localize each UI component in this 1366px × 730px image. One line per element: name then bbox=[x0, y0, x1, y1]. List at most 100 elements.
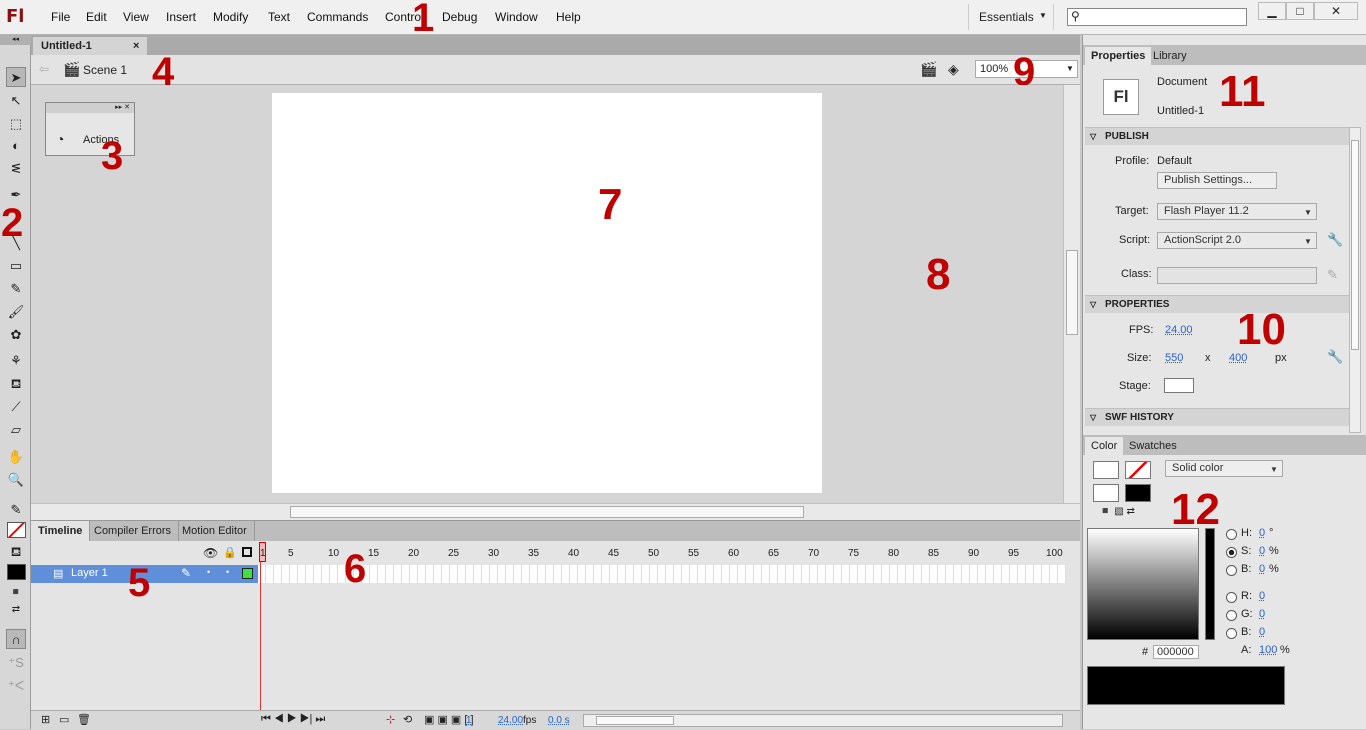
snap-magnet-icon[interactable]: ∩ bbox=[6, 629, 26, 649]
radio-r[interactable] bbox=[1226, 592, 1237, 603]
tab-untitled-1[interactable]: Untitled-1 × bbox=[33, 37, 147, 55]
stroke-none-swatch[interactable] bbox=[7, 522, 26, 538]
current-frame[interactable]: 1 bbox=[466, 715, 472, 726]
tab-swatches[interactable]: Swatches bbox=[1123, 437, 1183, 455]
class-input[interactable] bbox=[1157, 267, 1317, 284]
center-frame-icon[interactable]: ⊹ bbox=[386, 713, 395, 726]
radio-s[interactable] bbox=[1226, 547, 1237, 558]
stage-color-swatch[interactable] bbox=[1164, 378, 1194, 393]
elapsed-time[interactable]: 0.0 s bbox=[548, 715, 570, 726]
menu-edit[interactable]: Edit bbox=[86, 10, 107, 24]
loop-icon[interactable]: ⟲ bbox=[403, 713, 412, 726]
scene-label[interactable]: Scene 1 bbox=[83, 63, 127, 77]
close-window-button[interactable]: ✕ bbox=[1314, 2, 1358, 20]
close-icon[interactable]: × bbox=[133, 37, 139, 55]
s-value[interactable]: 0 bbox=[1259, 545, 1265, 557]
rectangle-tool-icon[interactable]: ▭ bbox=[6, 256, 26, 276]
visibility-dot[interactable]: • bbox=[207, 567, 210, 577]
script-select[interactable]: ActionScript 2.0 ▼ bbox=[1157, 232, 1317, 249]
scroll-thumb[interactable] bbox=[290, 506, 804, 518]
properties-scrollbar[interactable] bbox=[1349, 127, 1361, 433]
swap-colors-icon[interactable]: ⇄ bbox=[6, 600, 26, 620]
workspace-switcher[interactable]: Essentials ▼ bbox=[968, 4, 1054, 30]
stage[interactable] bbox=[272, 93, 822, 493]
b-value[interactable]: 0 bbox=[1259, 563, 1265, 575]
panel-header[interactable]: ▸▸ ✕ bbox=[46, 103, 134, 113]
3d-rotation-tool-icon[interactable]: ◐ bbox=[6, 136, 26, 156]
wrench-icon[interactable]: 🔧 bbox=[1327, 232, 1343, 248]
tab-compiler-errors[interactable]: Compiler Errors bbox=[87, 521, 180, 541]
target-select[interactable]: Flash Player 11.2 ▼ bbox=[1157, 203, 1317, 220]
tab-library[interactable]: Library bbox=[1147, 47, 1193, 65]
eye-icon[interactable]: 👁 bbox=[203, 546, 218, 560]
new-folder-icon[interactable]: ▭ bbox=[59, 713, 69, 726]
menu-help[interactable]: Help bbox=[556, 10, 581, 24]
straighten-icon[interactable]: ⁺ᐸ bbox=[6, 676, 26, 696]
blue-value[interactable]: 0 bbox=[1259, 626, 1265, 638]
saturation-brightness-picker[interactable] bbox=[1087, 528, 1199, 640]
fill-bucket-icon[interactable] bbox=[1093, 484, 1119, 502]
g-value[interactable]: 0 bbox=[1259, 608, 1265, 620]
menu-commands[interactable]: Commands bbox=[307, 10, 368, 24]
menu-debug[interactable]: Debug bbox=[442, 10, 477, 24]
menu-modify[interactable]: Modify bbox=[213, 10, 248, 24]
width-field[interactable]: 550 bbox=[1165, 352, 1183, 364]
menu-text[interactable]: Text bbox=[268, 10, 290, 24]
tab-color[interactable]: Color bbox=[1085, 437, 1124, 455]
properties-header[interactable]: ▽ PROPERTIES bbox=[1085, 295, 1349, 313]
menu-insert[interactable]: Insert bbox=[166, 10, 196, 24]
tab-timeline[interactable]: Timeline bbox=[31, 521, 91, 541]
fps-field[interactable]: 24.00 bbox=[1165, 324, 1193, 336]
lock-dot[interactable]: • bbox=[226, 567, 229, 577]
publish-header[interactable]: ▽ PUBLISH bbox=[1085, 127, 1349, 145]
pencil-tool-icon[interactable]: ✎ bbox=[6, 279, 26, 299]
scroll-thumb[interactable] bbox=[1351, 140, 1359, 350]
lock-icon[interactable]: 🔒 bbox=[223, 546, 237, 559]
scroll-thumb[interactable] bbox=[1066, 250, 1078, 335]
search-box[interactable]: ⚲ bbox=[1067, 8, 1247, 26]
menu-file[interactable]: File bbox=[51, 10, 70, 24]
subselection-tool-icon[interactable]: ↖ bbox=[6, 91, 26, 111]
alpha-value[interactable]: 100 bbox=[1259, 644, 1277, 656]
fill-color-icon[interactable]: ⛾ bbox=[6, 542, 26, 562]
edit-scene-icon[interactable]: 🎬 bbox=[920, 61, 937, 78]
paint-bucket-tool-icon[interactable]: ⛾ bbox=[6, 374, 26, 394]
search-input[interactable] bbox=[1086, 10, 1244, 24]
hex-input[interactable]: 000000 bbox=[1153, 645, 1199, 659]
layer-name[interactable]: Layer 1 bbox=[71, 567, 108, 579]
scroll-thumb[interactable] bbox=[596, 716, 674, 725]
swf-history-header[interactable]: ▽ SWF HISTORY bbox=[1085, 408, 1349, 426]
stroke-color-icon[interactable]: ✎ bbox=[6, 500, 26, 520]
r-value[interactable]: 0 bbox=[1259, 590, 1265, 602]
maximize-button[interactable]: □ bbox=[1286, 2, 1314, 20]
color-type-select[interactable]: Solid color ▼ bbox=[1165, 460, 1283, 477]
lasso-tool-icon[interactable]: ᓬ bbox=[6, 159, 26, 179]
layer-frames[interactable] bbox=[258, 565, 1066, 583]
deco-tool-icon[interactable]: ✿ bbox=[6, 325, 26, 345]
menu-window[interactable]: Window bbox=[495, 10, 538, 24]
new-layer-icon[interactable]: ⊞ bbox=[41, 713, 50, 726]
brush-tool-icon[interactable]: 🖌 bbox=[6, 302, 26, 322]
radio-blue[interactable] bbox=[1226, 628, 1237, 639]
outline-icon[interactable] bbox=[242, 547, 252, 557]
timeline-hscroll[interactable] bbox=[583, 714, 1063, 727]
horizontal-scrollbar[interactable] bbox=[31, 503, 1080, 520]
collapse-icon[interactable]: ◂◂ bbox=[0, 35, 31, 45]
wrench-icon[interactable]: 🔧 bbox=[1327, 349, 1343, 365]
menu-view[interactable]: View bbox=[123, 10, 149, 24]
tab-motion-editor[interactable]: Motion Editor bbox=[175, 521, 255, 541]
hue-slider[interactable] bbox=[1205, 528, 1215, 640]
fps-value[interactable]: 24.00 bbox=[498, 715, 523, 726]
playback-controls-icon[interactable]: ⏮ ◀ ▶ ▶| ⏭ bbox=[261, 713, 325, 726]
fill-black-swatch[interactable] bbox=[7, 564, 26, 580]
minimize-button[interactable]: ▁ bbox=[1258, 2, 1286, 20]
eraser-tool-icon[interactable]: ▱ bbox=[6, 420, 26, 440]
layer-color-box[interactable] bbox=[242, 568, 253, 579]
hand-tool-icon[interactable]: ✋ bbox=[6, 447, 26, 467]
radio-g[interactable] bbox=[1226, 610, 1237, 621]
selection-tool-icon[interactable]: ➤ bbox=[6, 67, 26, 87]
trash-icon[interactable]: 🗑 bbox=[77, 713, 91, 726]
actions-icon[interactable]: ◔ bbox=[56, 131, 64, 147]
edit-symbols-icon[interactable]: ◈ bbox=[948, 61, 959, 78]
color-swap-icon[interactable]: ◾ ▧ ⇄ bbox=[1099, 506, 1135, 517]
